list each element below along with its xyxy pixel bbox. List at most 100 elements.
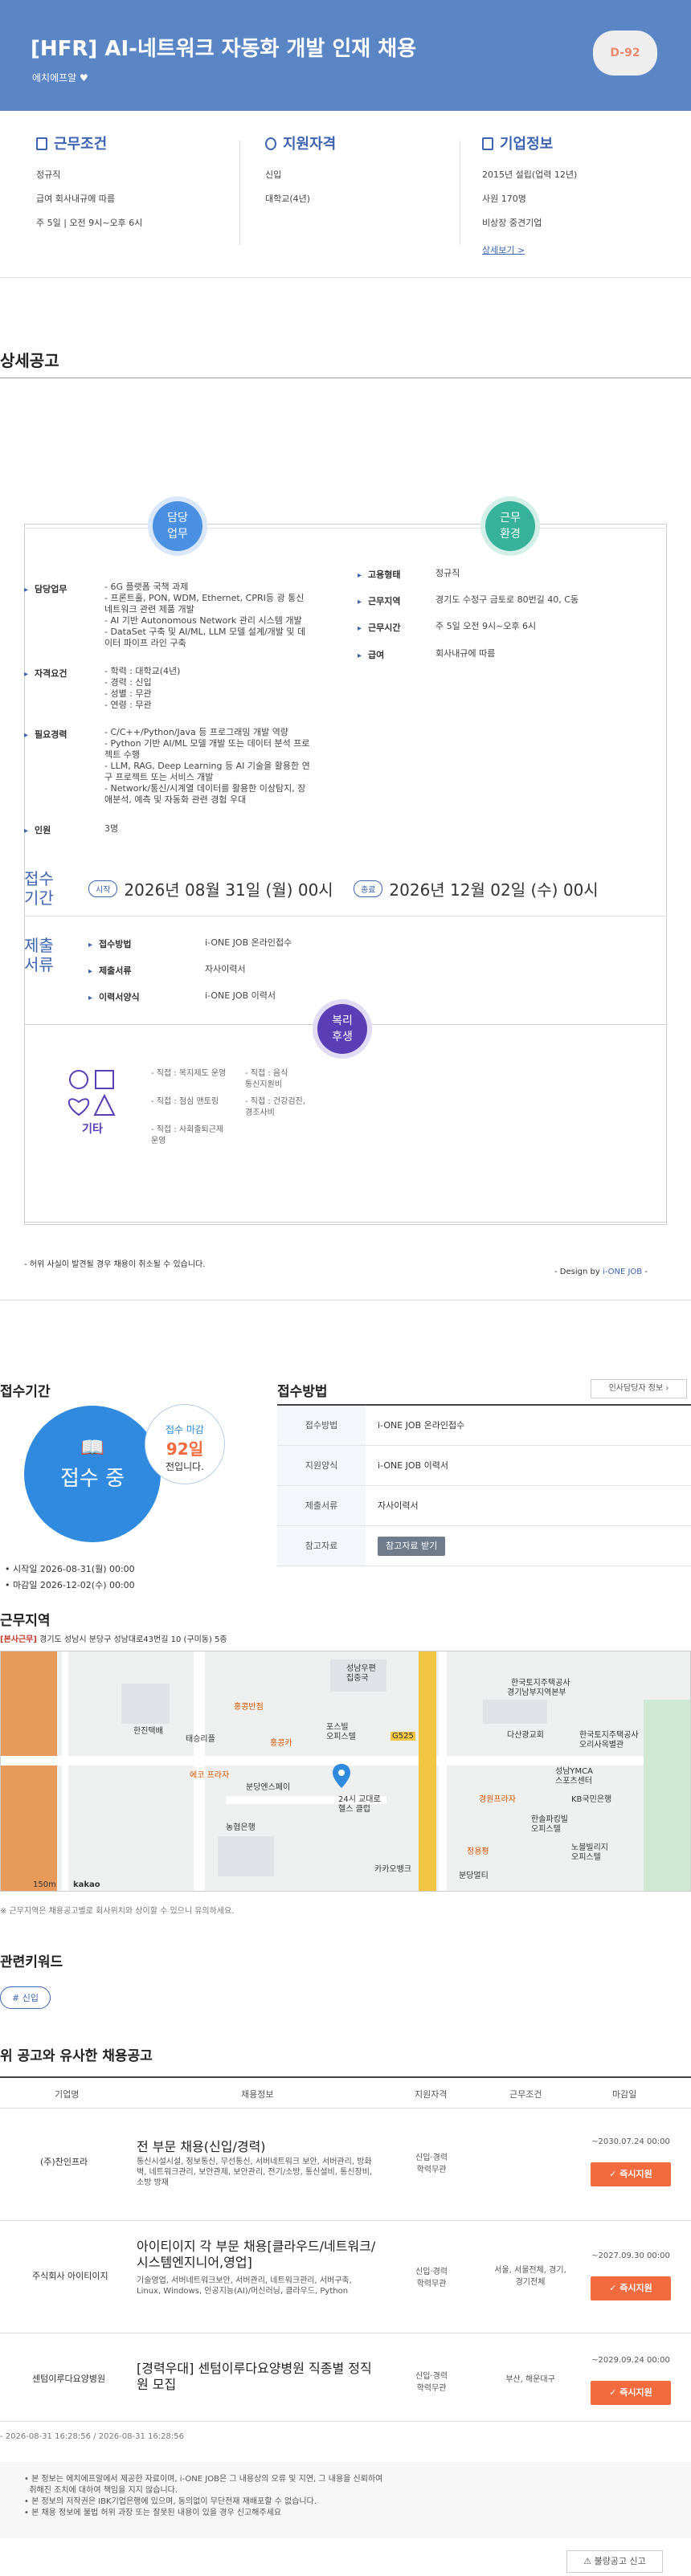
row-label-experience: 필요경력	[24, 728, 67, 741]
row-label-duty: 담당업무	[24, 582, 67, 595]
dday-badge: D-92	[593, 31, 657, 76]
similar-company[interactable]: 센텀이루다요양병원	[32, 2372, 105, 2385]
row-label-apply-method: 접수방법	[88, 937, 131, 950]
quick-apply-button[interactable]: ✓ 즉시지원	[591, 2276, 671, 2300]
map-logo: kakao	[73, 1880, 100, 1889]
similar-deadline: ~2029.09.24 00:00	[591, 2356, 670, 2365]
similar-tags: 통신시설시설, 정보통신, 무선통신, 서버네트워크 보안, 서버관리, 방화벽…	[137, 2158, 373, 2187]
similar-conditions: 서울, 서울전체, 경기, 경기전체	[494, 2266, 566, 2287]
row-label-salary: 급여	[358, 648, 384, 661]
benefit-shapes-icon	[68, 1070, 116, 1117]
row-label-resume-form: 이력서양식	[88, 990, 140, 1003]
location-map[interactable]: 한진택배 태승리플 홍콩반점 홍콩카 성남우편 집중국 포스빌 오피스텔 한국토…	[0, 1651, 691, 1892]
similar-row: 센텀이루다요양병원 [경력우대] 센텀이루다요양병원 직종별 정직원 모집 신입…	[0, 2333, 691, 2422]
similar-deadline: ~2027.09.30 00:00	[591, 2251, 670, 2260]
benefit-item: - 직접 : 건강검진, 경조사비	[245, 1097, 305, 1117]
divider	[24, 916, 667, 917]
receipt-start: 시작 2026년 08월 31일 (월) 00시	[88, 877, 333, 900]
benefit-category: 기타	[64, 1068, 121, 1137]
report-ad-button[interactable]: ⚠ 불량공고 신고	[566, 2550, 663, 2573]
row-label-documents: 제출서류	[88, 964, 131, 977]
user-icon	[265, 137, 276, 150]
section-title-location: 근무지역	[0, 1613, 51, 1629]
summary-conditions: 근무조건 정규직 급여 회사내규에 따름 주 5일 | 오전 9시~오후 6시	[36, 136, 143, 228]
benefits-box	[24, 1024, 667, 1225]
map-road	[62, 1651, 68, 1891]
row-value-documents: 자사이력서	[205, 964, 246, 974]
apply-start-date: • 시작일 2026-08-31(월) 00:00	[5, 1564, 135, 1574]
env-circle: 근무 환경	[485, 501, 535, 551]
map-block	[121, 1684, 170, 1724]
similar-table-header: 기업명 채용정보 지원자격 근무조건 마감일	[0, 2076, 691, 2109]
similar-company[interactable]: 주식회사 아이티이지	[32, 2269, 108, 2282]
hr-info-button[interactable]: 인사담당자 정보 ›	[591, 1379, 687, 1398]
similar-tags: 기술영업, 서버네트워크보안, 서버관리, 네트워크관리, 서버구축, Linu…	[137, 2276, 352, 2296]
map-block	[218, 1836, 274, 1876]
row-value-location: 경기도 수정구 금토로 80번길 40, C동	[435, 594, 579, 605]
summary-qualifications: 지원자격 신입 대학교(4년)	[265, 136, 337, 204]
apply-status-circle: 📖 접수 중	[24, 1406, 161, 1542]
apply-end-date: • 마감일 2026-12-02(수) 00:00	[5, 1580, 135, 1590]
section-title-method: 접수방법	[277, 1384, 328, 1400]
section-title-similar: 위 공고와 유사한 채용공고	[0, 2048, 153, 2064]
documents-heading: 제출 서류	[24, 936, 54, 974]
similar-deadline: ~2030.07.24 00:00	[591, 2137, 670, 2146]
map-note: ※ 근무지역은 채용공고별로 회사위치와 상이할 수 있으니 유의하세요.	[0, 1907, 235, 1916]
map-road	[1, 1651, 57, 1891]
job-title: [HFR] AI-네트워크 자동화 개발 인재 채용	[31, 37, 417, 61]
row-label-location: 근무지역	[358, 594, 400, 607]
row-value-salary: 회사내규에 따름	[435, 648, 496, 659]
method-row: 접수방법 i-ONE JOB 온라인접수	[277, 1406, 691, 1446]
row-label-hours: 근무시간	[358, 621, 400, 634]
method-row: 지원양식 i-ONE JOB 이력서	[277, 1446, 691, 1486]
reference-download-button[interactable]: 참고자료 받기	[378, 1537, 446, 1556]
map-road	[439, 1651, 447, 1891]
row-value-hours: 주 5일 오전 9시~오후 6시	[435, 621, 537, 631]
receipt-heading: 접수 기간	[24, 869, 54, 908]
duty-circle: 담당 업무	[153, 501, 202, 551]
similar-conditions: 부산, 해운대구	[505, 2375, 555, 2384]
summary-company: 기업정보 2015년 설립(업력 12년) 사원 170명 비상장 중견기업 상…	[482, 136, 578, 255]
similar-qualification: 신입·경력 학력무관	[415, 2153, 448, 2174]
row-label-employment: 고용형태	[358, 568, 400, 581]
keyword-tag[interactable]: # 신입	[0, 1986, 51, 2009]
map-block	[483, 1700, 547, 1724]
heart-icon[interactable]: ♥	[80, 72, 88, 84]
check-icon: ✓	[609, 2169, 620, 2179]
row-label-headcount: 인원	[24, 823, 51, 836]
benefit-item: - 직접 : 사회출퇴근제 운영	[151, 1125, 224, 1145]
row-label-qualification: 자격요건	[24, 667, 67, 680]
warning-icon: ⚠	[583, 2556, 595, 2566]
benefit-item: - 직접 : 복지제도 운영	[151, 1069, 227, 1078]
row-value-apply-method: i-ONE JOB 온라인접수	[205, 937, 292, 948]
similar-title[interactable]: 아이티이지 각 부문 채용[클라우드/네트워크/시스템엔지니어,영업]	[137, 2239, 378, 2271]
similar-row: 주식회사 아이티이지 아이티이지 각 부문 채용[클라우드/네트워크/시스템엔지…	[0, 2221, 691, 2333]
similar-title[interactable]: [경력우대] 센텀이루다요양병원 직종별 정직원 모집	[137, 2361, 378, 2393]
benefit-item: - 직접 : 점심 맨토링	[151, 1097, 219, 1106]
row-value-experience: - C/C++/Python/Java 등 프로그래밍 개발 역량 - Pytho…	[104, 727, 310, 805]
similar-title[interactable]: 전 부문 채용(신입/경력)	[137, 2136, 266, 2155]
quick-apply-button[interactable]: ✓ 즉시지원	[591, 2381, 671, 2405]
section-title-keywords: 관련키워드	[0, 1954, 63, 1970]
benefits-circle: 복리 후생	[317, 1004, 367, 1054]
document-icon	[36, 137, 47, 150]
method-row: 제출서류 자사이력서	[277, 1486, 691, 1526]
false-info-notice: - 허위 사실이 발견될 경우 채용이 취소될 수 있습니다.	[24, 1260, 206, 1269]
map-pin-icon	[333, 1764, 350, 1788]
similar-qualification: 신입·경력 학력무관	[415, 2268, 448, 2288]
book-icon: 📖	[80, 1436, 104, 1459]
row-value-duty: - 6G 플랫폼 국책 과제 - 프론트홀, PON, WDM, Ethernet…	[104, 582, 306, 648]
method-row: 참고자료 참고자료 받기	[277, 1526, 691, 1566]
similar-row: (주)찬인프라 전 부문 채용(신입/경력) 통신시설시설, 정보통신, 무선통…	[0, 2109, 691, 2221]
check-icon: ✓	[609, 2283, 620, 2293]
company-name[interactable]: 에치에프알 ♥	[32, 71, 88, 84]
benefit-item: - 직접 : 음식 통신지원비	[245, 1069, 288, 1089]
similar-qualification: 신입·경력 학력무관	[415, 2372, 448, 2393]
company-detail-link[interactable]: 상세보기 >	[482, 245, 525, 255]
similar-company[interactable]: (주)찬인프라	[40, 2155, 88, 2168]
divider	[239, 141, 240, 245]
map-park	[644, 1700, 690, 1891]
quick-apply-button[interactable]: ✓ 즉시지원	[591, 2162, 671, 2186]
building-icon	[482, 137, 493, 150]
receipt-end: 종료 2026년 12월 02일 (수) 00시	[354, 877, 599, 900]
